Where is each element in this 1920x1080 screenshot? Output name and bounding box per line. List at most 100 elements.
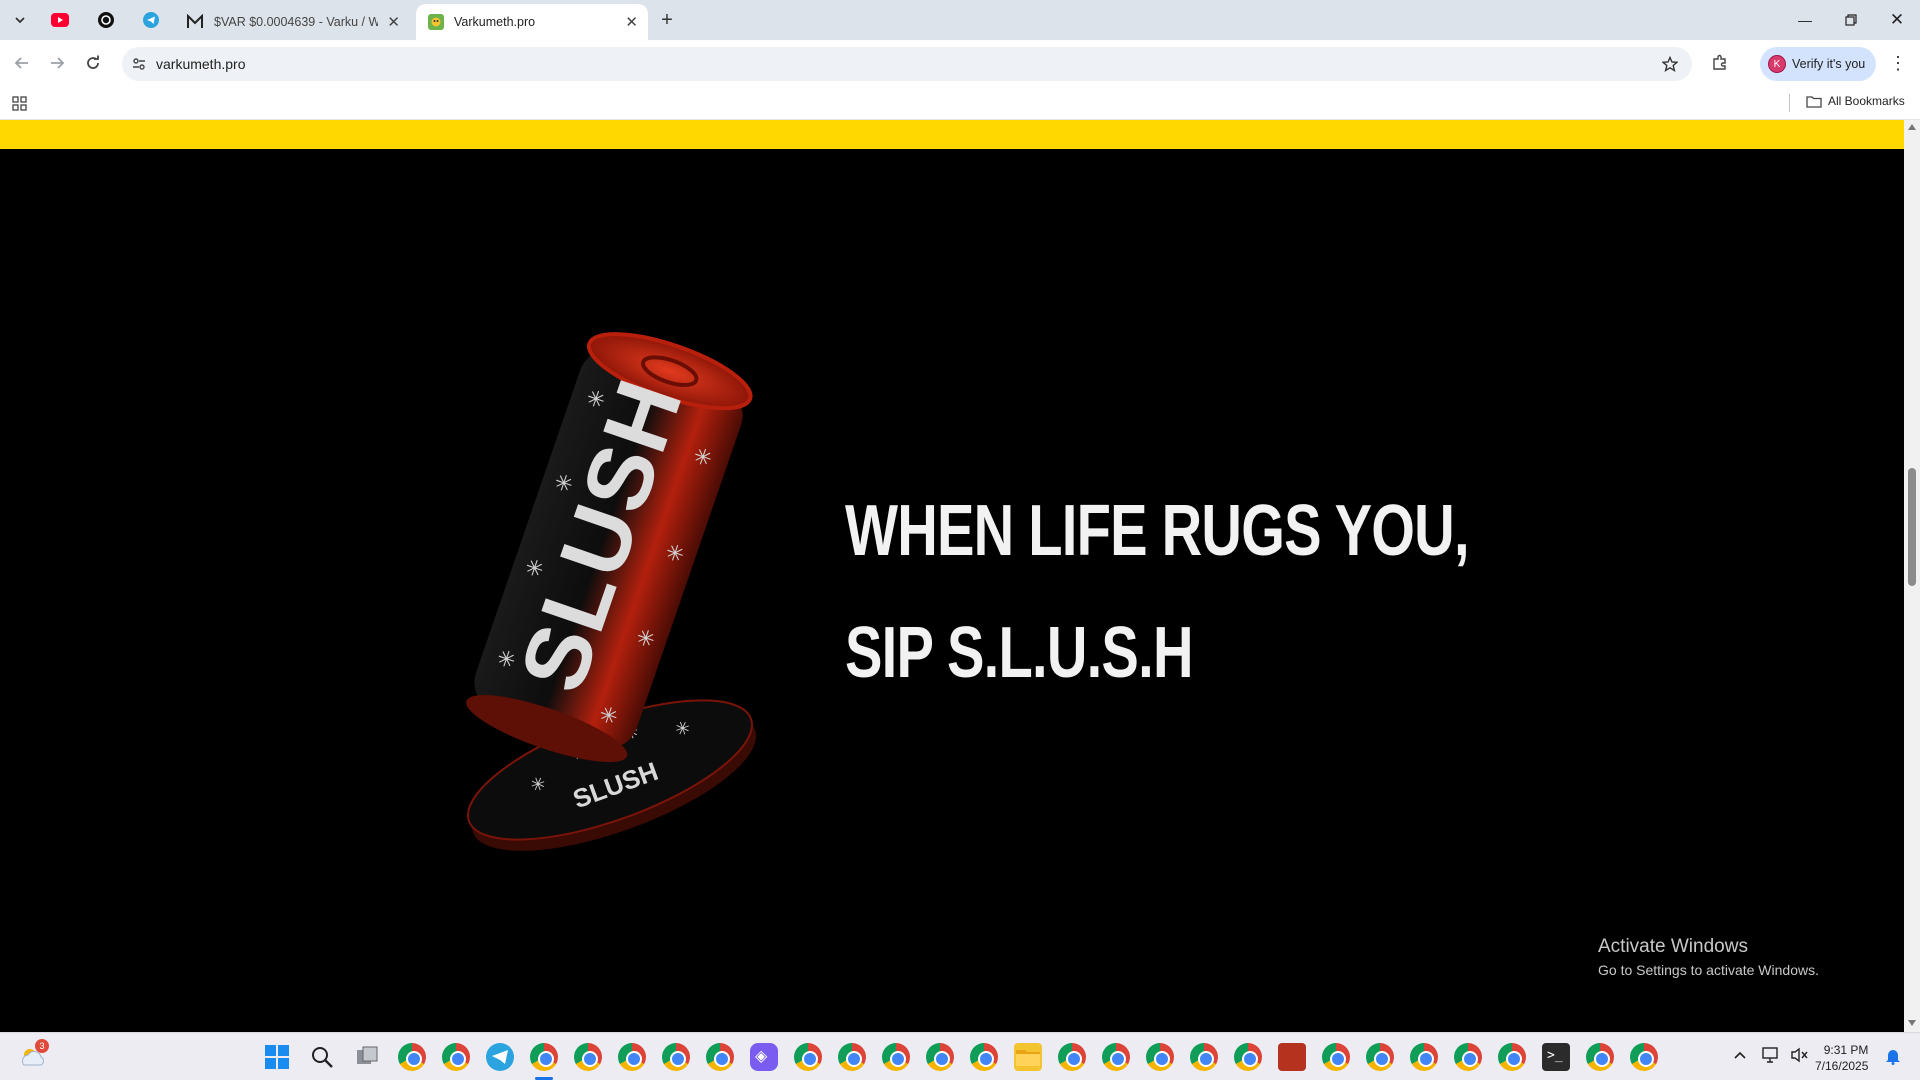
scroll-down-arrow-icon[interactable] <box>1908 1020 1916 1026</box>
yellow-banner <box>0 120 1904 149</box>
url-text[interactable]: varkumeth.pro <box>156 56 245 72</box>
chevron-up-icon[interactable] <box>1734 1051 1746 1059</box>
weather-widget[interactable]: 3 <box>18 1039 49 1071</box>
taskbar-chrome-9[interactable] <box>882 1043 910 1071</box>
chevron-down-icon <box>15 17 25 24</box>
notification-bell-icon[interactable] <box>1885 1047 1901 1065</box>
minimize-button[interactable]: — <box>1782 0 1828 40</box>
close-window-button[interactable]: ✕ <box>1874 0 1920 40</box>
tab-dex[interactable]: $VAR $0.0004639 - Varku / WETH ✕ <box>174 4 410 40</box>
taskbar-chrome-7[interactable] <box>794 1043 822 1071</box>
volume-muted-icon[interactable] <box>1790 1047 1808 1063</box>
gamepad-icon: ◈ <box>755 1046 768 1065</box>
taskbar-terminal[interactable]: >_ <box>1542 1043 1570 1071</box>
forward-button[interactable] <box>43 49 71 77</box>
start-button[interactable] <box>265 1045 289 1074</box>
taskbar-chrome-22[interactable] <box>1586 1043 1614 1071</box>
avatar: K <box>1768 55 1786 73</box>
taskbar-chrome-17[interactable] <box>1322 1043 1350 1071</box>
plus-icon: + <box>661 8 673 31</box>
close-icon: ✕ <box>1889 10 1905 29</box>
taskbar-chrome-2[interactable] <box>442 1043 470 1071</box>
taskbar-chrome-23[interactable] <box>1630 1043 1658 1071</box>
taskbar-file-explorer[interactable] <box>1014 1043 1042 1071</box>
apps-grid-icon[interactable] <box>12 96 27 111</box>
taskbar-chrome-12[interactable] <box>1058 1043 1086 1071</box>
taskbar-chrome-active[interactable] <box>530 1043 558 1071</box>
star-icon[interactable] <box>1662 56 1678 72</box>
taskbar-search-button[interactable] <box>310 1045 334 1074</box>
taskbar-chrome-16[interactable] <box>1234 1043 1262 1071</box>
reload-icon <box>87 55 99 69</box>
taskbar-chrome-21[interactable] <box>1498 1043 1526 1071</box>
windows-taskbar: 3 ◈ >_ 9:31 PM 7/16/2025 <box>0 1032 1920 1080</box>
restore-button[interactable] <box>1828 0 1874 40</box>
taskbar-app-red[interactable] <box>1278 1043 1306 1071</box>
extensions-button[interactable] <box>1706 49 1734 77</box>
taskbar-chrome-6[interactable] <box>706 1043 734 1071</box>
taskbar-chrome-1[interactable] <box>398 1043 426 1071</box>
tab-telegram[interactable] <box>139 8 163 32</box>
bookmarks-bar: All Bookmarks <box>0 86 1920 120</box>
taskbar-chrome-8[interactable] <box>838 1043 866 1071</box>
task-view-button[interactable] <box>355 1045 379 1074</box>
profile-verify-button[interactable]: K Verify it's you <box>1760 47 1876 81</box>
tab-search-button[interactable] <box>8 8 32 32</box>
folder-icon <box>1016 1050 1040 1066</box>
telegram-icon <box>492 1050 508 1064</box>
watermark-title: Activate Windows <box>1598 936 1748 957</box>
taskbar-chrome-13[interactable] <box>1102 1043 1130 1071</box>
system-clock[interactable]: 9:31 PM 7/16/2025 <box>1815 1042 1868 1074</box>
tab-youtube[interactable] <box>48 8 72 32</box>
minimize-icon: — <box>1798 12 1812 28</box>
bookmarks-divider <box>1789 94 1790 112</box>
taskbar-chrome-4[interactable] <box>618 1043 646 1071</box>
headline-line-1: WHEN LIFE RUGS YOU, <box>845 491 1470 571</box>
menu-button[interactable]: ⋮ <box>1884 49 1912 77</box>
telegram-icon <box>143 12 159 28</box>
taskbar-telegram[interactable] <box>486 1043 514 1071</box>
youtube-icon <box>51 13 69 27</box>
network-icon[interactable] <box>1762 1047 1780 1063</box>
all-bookmarks-button[interactable]: All Bookmarks <box>1806 94 1905 108</box>
threads-icon <box>98 12 114 28</box>
activate-windows-watermark: Activate Windows Go to Settings to activ… <box>1598 936 1819 978</box>
site-settings-icon[interactable] <box>132 57 146 71</box>
all-bookmarks-label: All Bookmarks <box>1828 94 1905 108</box>
taskbar-chrome-14[interactable] <box>1146 1043 1174 1071</box>
back-arrow-icon <box>14 57 28 69</box>
weather-badge: 3 <box>35 1039 49 1053</box>
taskbar-chrome-19[interactable] <box>1410 1043 1438 1071</box>
hero-headline: WHEN LIFE RUGS YOU, SIP S.L.U.S.H <box>845 470 1470 714</box>
taskbar-chrome-3[interactable] <box>574 1043 602 1071</box>
clock-date: 7/16/2025 <box>1815 1059 1869 1073</box>
reload-button[interactable] <box>79 49 107 77</box>
terminal-icon: >_ <box>1547 1048 1563 1063</box>
back-button[interactable] <box>8 49 36 77</box>
tab-title: $VAR $0.0004639 - Varku / WETH <box>214 15 378 29</box>
browser-toolbar: varkumeth.pro K Verify it's you ⋮ <box>0 40 1920 86</box>
address-bar[interactable]: varkumeth.pro <box>122 47 1692 81</box>
taskbar-chrome-15[interactable] <box>1190 1043 1218 1071</box>
clock-time: 9:31 PM <box>1823 1043 1869 1057</box>
taskbar-chrome-5[interactable] <box>662 1043 690 1071</box>
taskbar-chrome-11[interactable] <box>970 1043 998 1071</box>
forward-arrow-icon <box>51 57 65 69</box>
puzzle-icon <box>1713 54 1726 70</box>
tab-title: Varkumeth.pro <box>454 15 536 29</box>
taskbar-chrome-20[interactable] <box>1454 1043 1482 1071</box>
folder-icon <box>1806 95 1822 108</box>
close-icon[interactable]: ✕ <box>625 13 638 31</box>
taskbar-game-app[interactable]: ◈ <box>750 1043 778 1071</box>
dex-icon <box>187 14 203 28</box>
taskbar-chrome-10[interactable] <box>926 1043 954 1071</box>
new-tab-button[interactable]: + <box>655 8 679 32</box>
scroll-up-arrow-icon[interactable] <box>1908 124 1916 130</box>
close-icon[interactable]: ✕ <box>387 13 400 31</box>
tab-threads[interactable] <box>94 8 118 32</box>
page-scrollbar[interactable] <box>1904 120 1920 1032</box>
tab-varkumeth[interactable]: Varkumeth.pro ✕ <box>416 4 648 40</box>
scrollbar-thumb[interactable] <box>1908 468 1916 586</box>
task-view-icon <box>357 1046 378 1064</box>
taskbar-chrome-18[interactable] <box>1366 1043 1394 1071</box>
